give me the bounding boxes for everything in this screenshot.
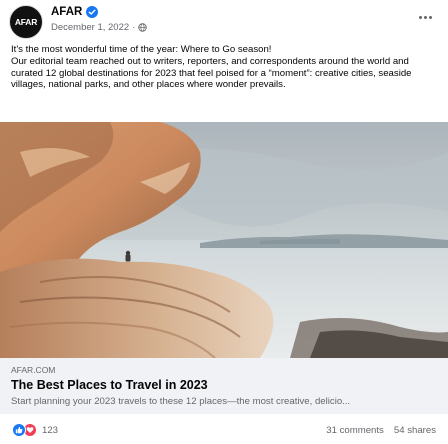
link-preview-image[interactable] xyxy=(0,122,448,358)
engagement-stats: 31 comments 54 shares xyxy=(326,425,436,436)
link-title[interactable]: The Best Places to Travel in 2023 xyxy=(11,378,208,392)
reaction-count[interactable]: 123 xyxy=(42,425,58,436)
link-description: Start planning your 2023 travels to thes… xyxy=(11,396,351,407)
post-meta: December 1, 2022 · xyxy=(51,22,148,33)
caption-line-2: Our editorial team reached out to writer… xyxy=(11,55,412,91)
post-date[interactable]: December 1, 2022 xyxy=(51,22,129,33)
globe-icon xyxy=(138,23,148,32)
post-header: AFAR AFAR December 1, 2022 · xyxy=(0,0,448,40)
reactions-summary[interactable]: 123 xyxy=(12,423,58,437)
more-icon[interactable] xyxy=(416,10,434,24)
verified-icon xyxy=(86,6,99,18)
avatar[interactable]: AFAR xyxy=(9,5,43,39)
page-name-row: AFAR xyxy=(51,6,99,18)
comments-count[interactable]: 31 comments xyxy=(326,425,384,436)
post-footer: 123 31 comments 54 shares xyxy=(0,419,448,441)
post-caption: It's the most wonderful time of the year… xyxy=(11,44,439,91)
shares-count[interactable]: 54 shares xyxy=(394,425,436,436)
link-domain: AFAR.COM xyxy=(11,365,56,375)
link-preview-info[interactable]: AFAR.COM The Best Places to Travel in 20… xyxy=(0,358,448,414)
link-preview-card[interactable]: AFAR.COM The Best Places to Travel in 20… xyxy=(0,122,448,414)
caption-line-1: It's the most wonderful time of the year… xyxy=(11,44,272,55)
like-icon xyxy=(12,423,26,437)
page-name[interactable]: AFAR xyxy=(51,6,82,18)
date-separator: · xyxy=(132,22,136,33)
